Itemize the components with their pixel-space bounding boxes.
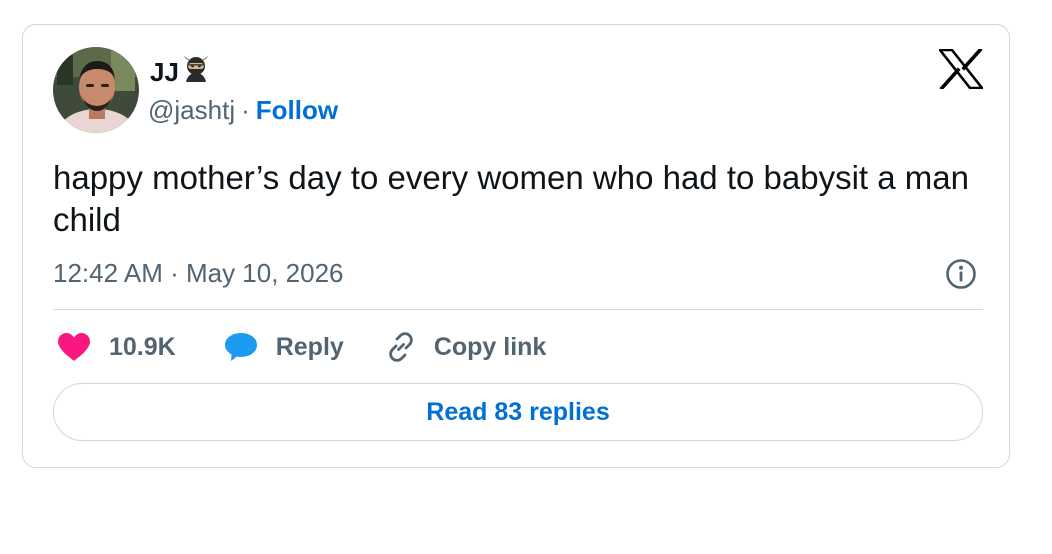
reply-button[interactable]: Reply	[224, 332, 344, 362]
follow-button[interactable]: Follow	[256, 94, 338, 126]
avatar[interactable]	[53, 47, 139, 133]
link-icon	[384, 330, 418, 364]
avatar-image	[53, 47, 139, 133]
read-replies-label: Read 83 replies	[426, 397, 610, 426]
x-logo-icon[interactable]	[938, 47, 984, 91]
info-icon[interactable]	[945, 258, 977, 290]
copy-link-label: Copy link	[433, 332, 547, 361]
like-count: 10.9K	[109, 332, 176, 361]
heart-icon	[57, 332, 91, 362]
tweet-text: happy mother’s day to every women who ha…	[53, 159, 969, 238]
divider	[53, 309, 983, 310]
author-handle[interactable]: @jashtj	[148, 94, 235, 126]
reply-label: Reply	[275, 332, 344, 361]
speech-bubble-icon	[224, 332, 258, 362]
separator-dot: ·	[241, 95, 250, 125]
tweet-actions: 10.9K Reply Copy link	[57, 330, 546, 364]
copy-link-button[interactable]: Copy link	[384, 330, 547, 364]
ninja-emoji-icon	[182, 55, 210, 88]
tweet-timestamp[interactable]: 12:42 AM · May 10, 2026	[53, 257, 344, 289]
tweet-card: JJ @jashtj · Follow happy mother’s day t…	[22, 24, 1010, 468]
author-display-name[interactable]: JJ	[150, 57, 179, 87]
like-button[interactable]: 10.9K	[57, 332, 176, 362]
author-handle-row: @jashtj · Follow	[148, 94, 338, 126]
read-replies-button[interactable]: Read 83 replies	[53, 383, 983, 441]
author-name-row[interactable]: JJ	[150, 55, 210, 88]
